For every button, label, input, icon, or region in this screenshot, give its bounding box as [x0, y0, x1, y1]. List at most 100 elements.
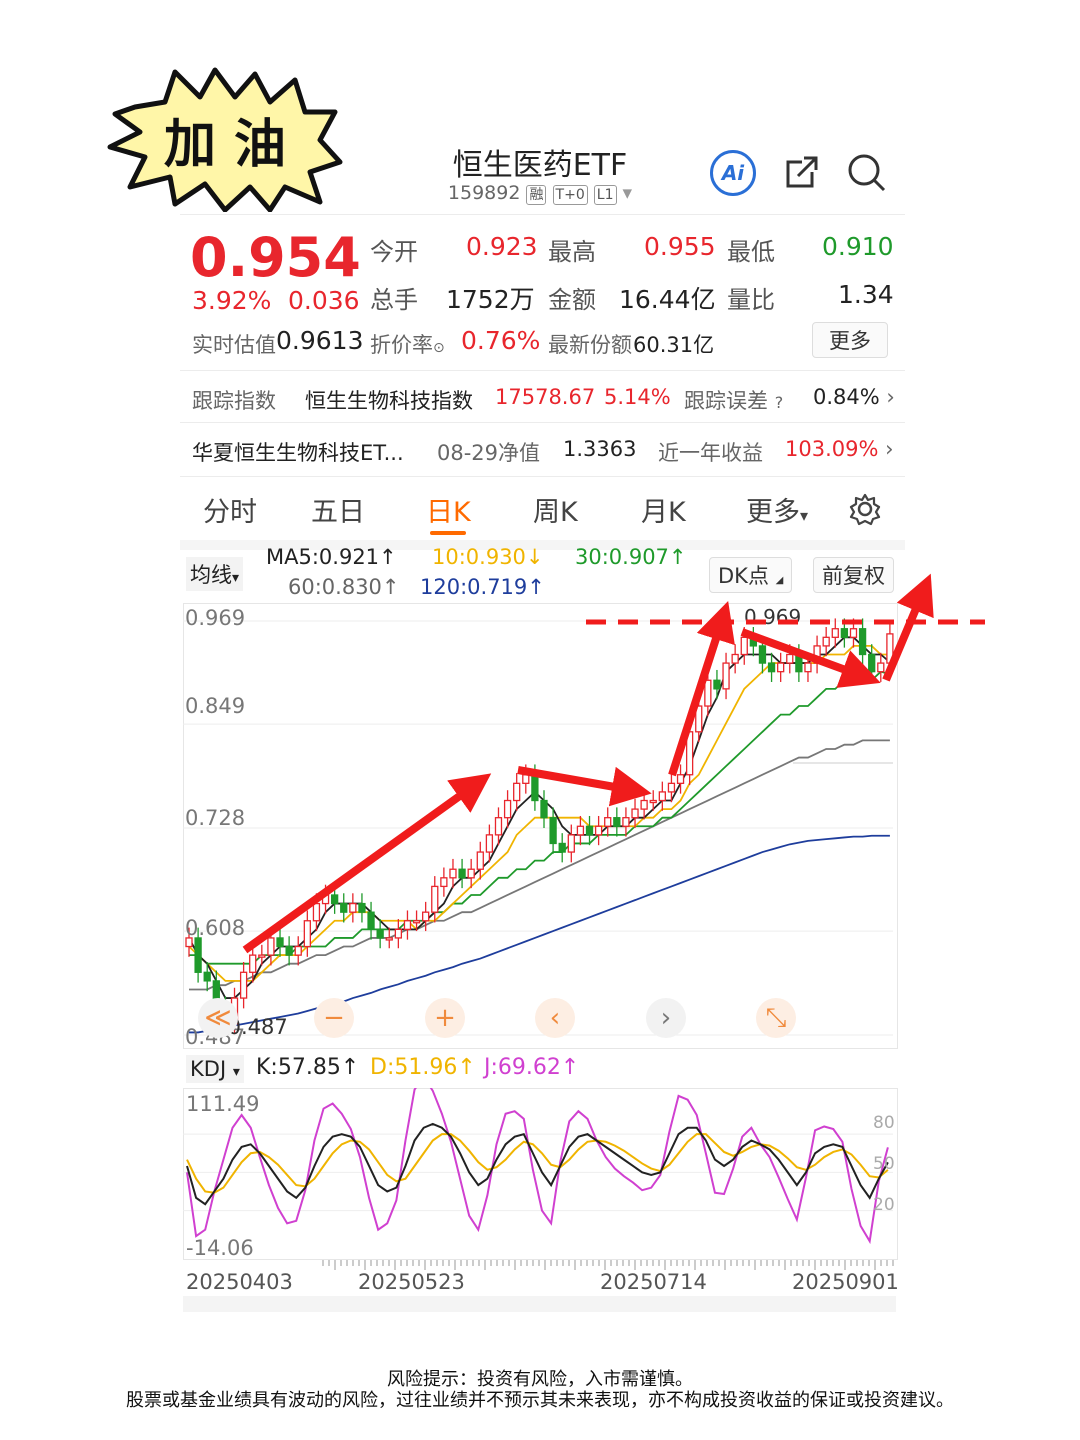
candle	[349, 893, 357, 923]
one-year-return-row[interactable]: 103.09% ›	[785, 437, 894, 461]
high-label: 最高	[548, 238, 596, 266]
iopv-value: 0.9613	[276, 326, 364, 355]
active-tab-indicator	[430, 531, 466, 535]
tab-daily-k[interactable]: 日K	[426, 490, 471, 529]
share-icon[interactable]	[782, 152, 822, 192]
tab-weekly-k[interactable]: 周K	[533, 490, 578, 529]
tracking-label: 跟踪指数	[192, 389, 276, 413]
scroll-right-button[interactable]: ›	[646, 998, 686, 1038]
jump-start-button[interactable]: ≪	[198, 998, 238, 1038]
discount-label-text: 折价率	[370, 333, 433, 357]
tab-intraday[interactable]: 分时	[203, 490, 257, 529]
candle	[531, 764, 539, 811]
candle-body	[267, 937, 275, 956]
zoom-in-button[interactable]: +	[425, 998, 465, 1038]
candle	[676, 764, 685, 794]
risk-warning-line2: 股票或基金业绩具有波动的风险，过往业绩并不预示其未来表现，亦不构成投资收益的保证…	[126, 1390, 954, 1411]
y-tick-label: 0.969	[185, 606, 246, 630]
candle	[813, 635, 821, 674]
chevron-down-icon[interactable]: ▾	[623, 182, 633, 204]
tab-more-label: 更多	[746, 497, 800, 528]
candle	[731, 644, 739, 674]
open-label: 今开	[370, 238, 418, 266]
kline-chart[interactable]	[183, 603, 903, 1047]
tracking-error-row[interactable]: 0.84% ›	[813, 385, 895, 409]
candle-body	[558, 842, 566, 853]
info-icon[interactable]: ⊙	[433, 340, 445, 356]
candle	[749, 627, 758, 657]
candle-body	[513, 782, 521, 802]
settings-gear-icon[interactable]	[848, 492, 882, 526]
candle-body	[676, 774, 685, 784]
candle-body	[285, 945, 293, 956]
ai-assistant-icon[interactable]: Ai	[710, 150, 756, 196]
dk-point-button[interactable]: DK点 ◢	[709, 557, 793, 593]
fund-code: 159892	[447, 182, 521, 204]
candle	[513, 773, 521, 811]
ma30-legend: 30:0.907↑	[575, 545, 687, 569]
price-adjust-button[interactable]: 前复权	[813, 557, 894, 593]
amount-label: 金额	[548, 286, 596, 314]
chevron-right-icon: ›	[885, 437, 894, 461]
candle	[267, 927, 275, 966]
shares-label: 最新份额	[548, 333, 632, 357]
candle-body	[476, 851, 484, 870]
scroll-left-button[interactable]: ‹	[535, 998, 575, 1038]
help-icon[interactable]: ?	[775, 393, 784, 412]
candle-body	[394, 928, 403, 939]
candle-body	[631, 808, 639, 819]
candle	[604, 807, 612, 837]
candle-body	[249, 954, 257, 973]
x-tick-label: 20250403	[186, 1270, 293, 1294]
kdj-y-top-label: 111.49	[186, 1092, 260, 1116]
kdj-selector[interactable]: KDJ ▾	[186, 1055, 244, 1083]
candle-body	[868, 653, 876, 673]
tracking-index-name[interactable]: 恒生生物科技指数	[305, 385, 473, 415]
candle-body	[604, 817, 612, 827]
candle-body	[749, 636, 758, 647]
one-year-return-label: 近一年收益	[658, 441, 763, 465]
y-tick-label: 0.608	[185, 916, 246, 940]
ma120-legend: 120:0.719↑	[420, 575, 545, 599]
indicator-selector[interactable]: 均线▾	[186, 557, 244, 591]
tab-five-day[interactable]: 五日	[311, 490, 365, 529]
tracking-index-pct: 5.14%	[604, 385, 671, 409]
candle	[795, 644, 803, 682]
zoom-out-button[interactable]: −	[314, 998, 354, 1038]
candle	[431, 876, 439, 923]
candle-body	[239, 971, 248, 999]
more-button[interactable]: 更多	[812, 322, 888, 358]
ma10-legend: 10:0.930↓	[432, 545, 544, 569]
x-tick-label: 20250523	[358, 1270, 465, 1294]
candle-body	[494, 817, 503, 836]
volume-ratio-label: 量比	[727, 286, 775, 314]
candle-body	[731, 653, 739, 664]
fullscreen-button[interactable]: ⤡	[756, 998, 796, 1038]
candle	[440, 867, 448, 897]
candle-body	[531, 774, 539, 802]
candle-body	[412, 920, 421, 924]
sticker-text: 加 油	[164, 115, 286, 175]
kdj-chart[interactable]	[183, 1088, 896, 1260]
candle-body	[640, 799, 648, 810]
tab-more[interactable]: 更多▾	[746, 490, 808, 529]
candle-body	[385, 937, 393, 941]
max-price-marker: 0.969	[744, 605, 802, 629]
amount-value: 16.44亿	[619, 285, 716, 314]
sticker-badge: 加 油	[107, 67, 343, 212]
candle-body	[840, 628, 849, 638]
tracking-error-label-text: 跟踪误差	[684, 389, 768, 413]
candle	[303, 910, 311, 957]
candle	[330, 884, 339, 914]
tab-monthly-k[interactable]: 月K	[641, 490, 686, 529]
candle-body	[667, 782, 676, 793]
search-icon[interactable]	[846, 152, 888, 194]
candle-body	[349, 902, 357, 913]
change-percent: 3.92%	[192, 286, 272, 315]
candle-body	[804, 662, 812, 673]
related-fund-name[interactable]: 华夏恒生生物科技ET...	[192, 437, 404, 467]
candle-body	[312, 902, 321, 922]
change-amount: 0.036	[288, 286, 360, 315]
candle-body	[276, 937, 284, 948]
tag-margin: 融	[526, 185, 547, 205]
